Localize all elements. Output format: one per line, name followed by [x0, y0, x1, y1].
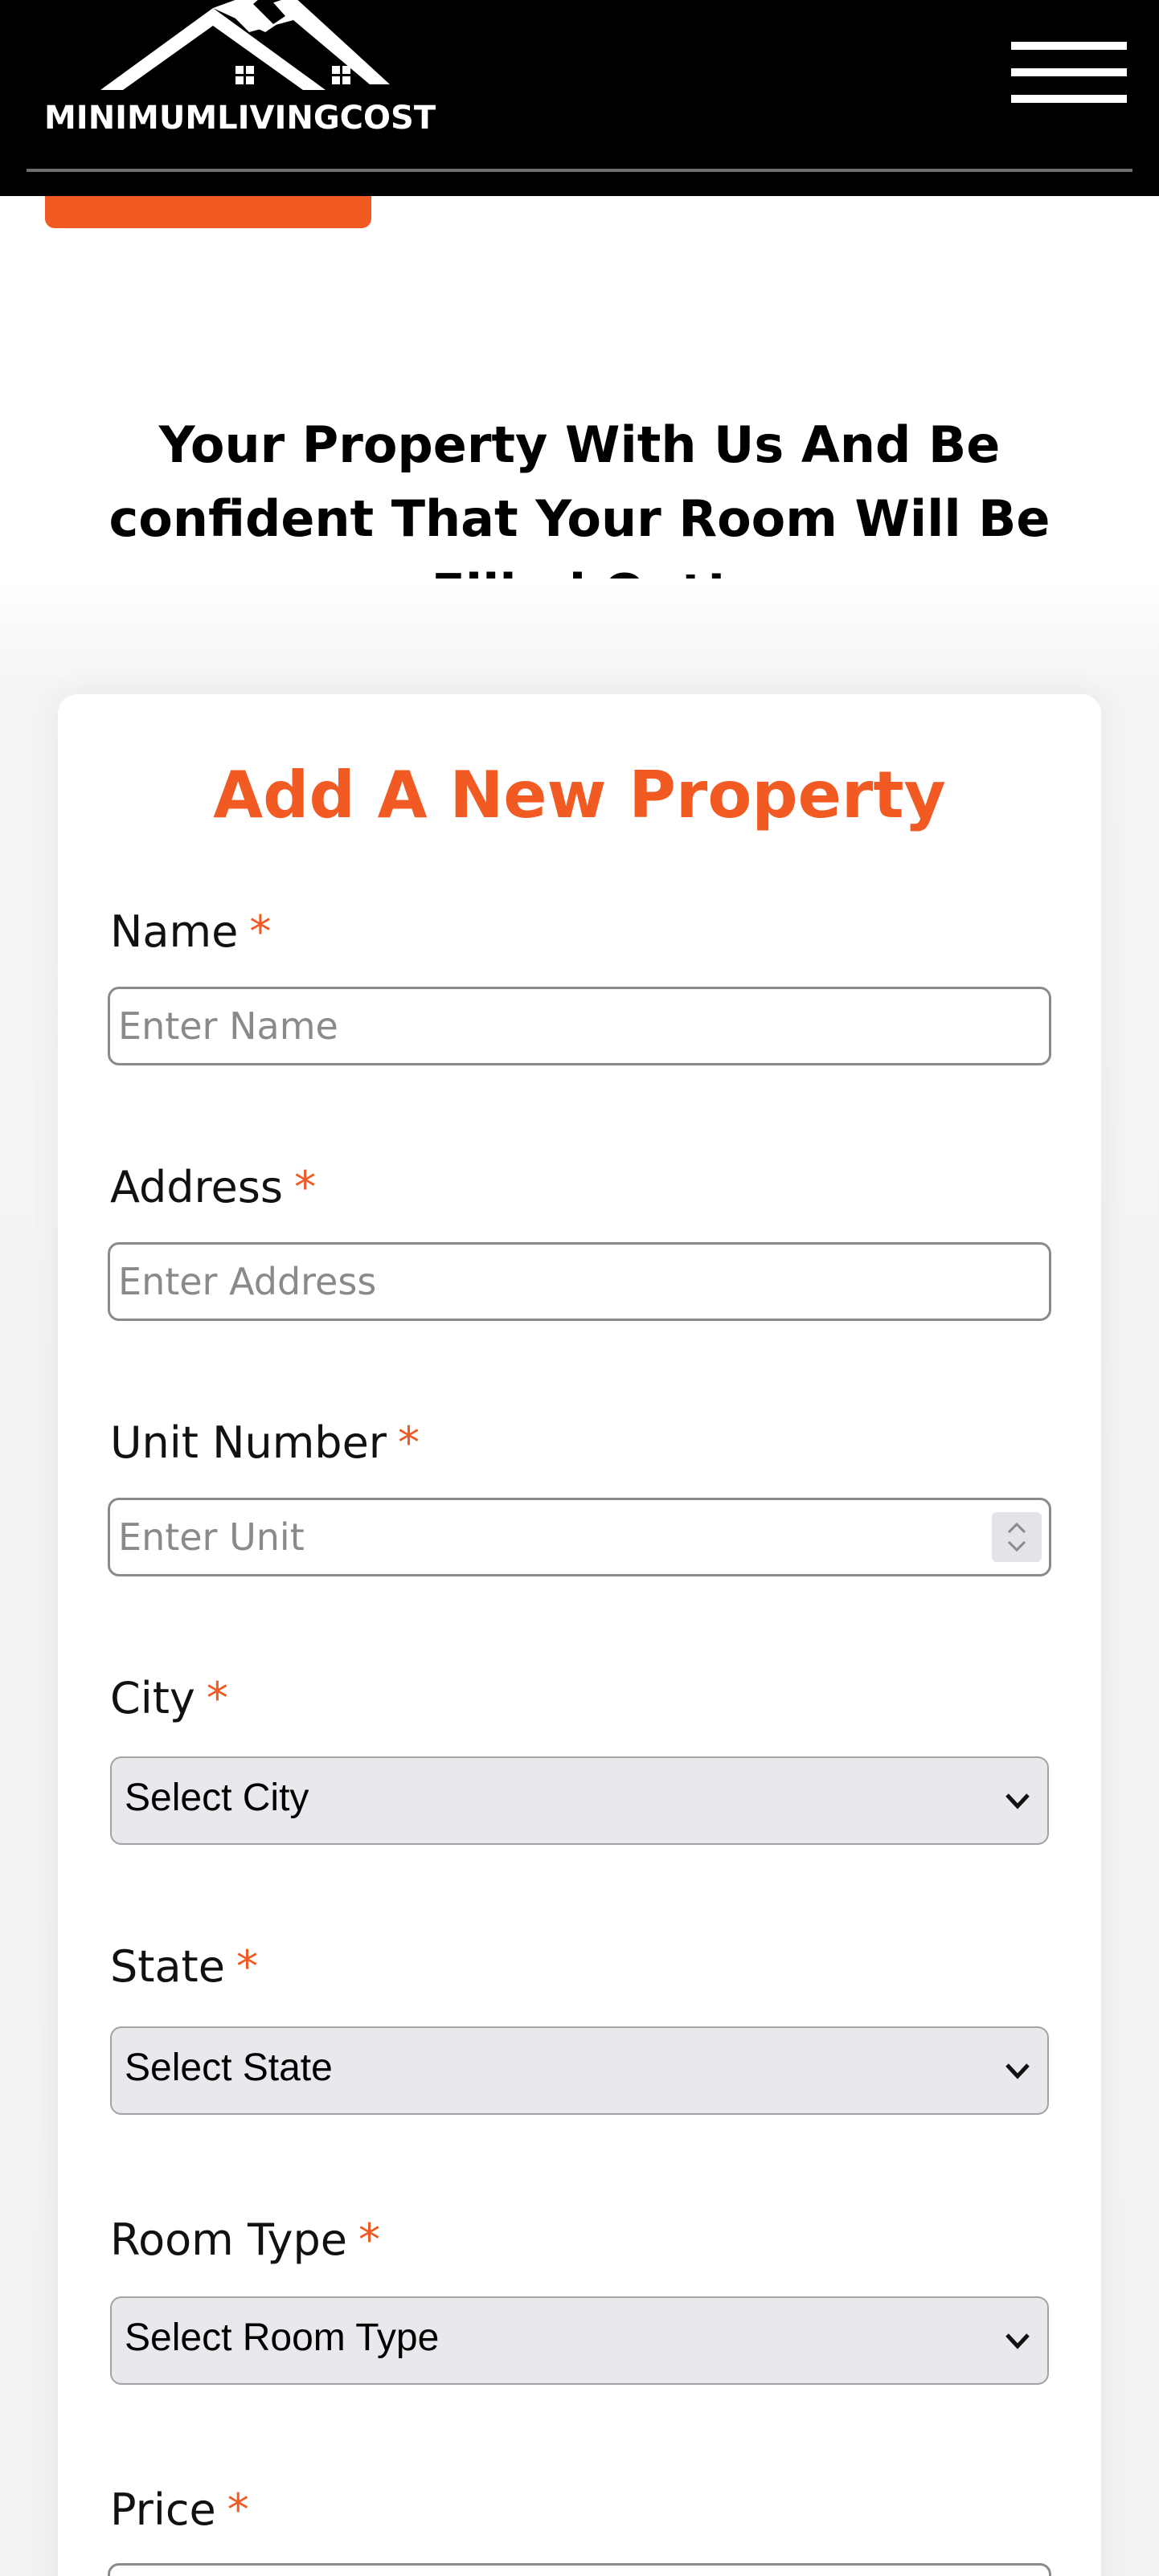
address-label: Address * — [110, 1162, 316, 1213]
city-select[interactable]: Select City — [110, 1756, 1049, 1845]
required-asterisk: * — [206, 1673, 228, 1723]
required-asterisk: * — [227, 2484, 249, 2535]
city-label-text: City — [110, 1673, 195, 1723]
house-logo-icon — [100, 0, 390, 90]
name-label-text: Name — [110, 906, 239, 957]
room-type-label-text: Room Type — [110, 2214, 347, 2265]
required-asterisk: * — [249, 906, 272, 957]
chevron-down-icon — [1005, 2063, 1030, 2079]
unit-number-input[interactable] — [108, 1498, 1051, 1576]
address-input[interactable] — [108, 1242, 1051, 1321]
room-type-select[interactable]: Select Room Type — [110, 2296, 1049, 2385]
state-select[interactable]: Select State — [110, 2026, 1049, 2115]
site-header: MINIMUMLIVINGCOST — [0, 0, 1159, 196]
state-label-text: State — [110, 1941, 225, 1992]
name-label: Name * — [110, 906, 271, 958]
site-logo[interactable]: MINIMUMLIVINGCOST — [44, 0, 462, 145]
room-type-select-value: Select Room Type — [125, 2316, 440, 2359]
stepper-arrows-icon — [1007, 1522, 1026, 1552]
price-label: Price * — [110, 2484, 249, 2536]
hamburger-menu-icon[interactable] — [1011, 40, 1127, 104]
header-divider — [27, 169, 1132, 172]
chevron-down-icon — [1005, 1793, 1030, 1809]
add-property-card — [58, 694, 1101, 2576]
price-label-text: Price — [110, 2484, 216, 2535]
required-asterisk: * — [294, 1162, 317, 1212]
chevron-down-icon — [1005, 2333, 1030, 2349]
unit-number-label-text: Unit Number — [110, 1417, 387, 1468]
brand-name: MINIMUMLIVINGCOST — [44, 100, 436, 137]
number-stepper[interactable] — [992, 1512, 1042, 1562]
city-select-value: Select City — [125, 1777, 309, 1819]
form-title: Add A New Property — [213, 758, 946, 832]
address-label-text: Address — [110, 1162, 284, 1212]
required-asterisk: * — [358, 2214, 380, 2265]
city-label: City * — [110, 1673, 228, 1724]
required-asterisk: * — [398, 1417, 420, 1468]
unit-number-label: Unit Number * — [110, 1417, 420, 1469]
state-label: State * — [110, 1941, 258, 1993]
name-input[interactable] — [108, 987, 1051, 1065]
room-type-label: Room Type * — [110, 2214, 380, 2266]
state-select-value: Select State — [125, 2046, 333, 2089]
required-asterisk: * — [235, 1941, 258, 1992]
price-input[interactable] — [108, 2563, 1051, 2576]
